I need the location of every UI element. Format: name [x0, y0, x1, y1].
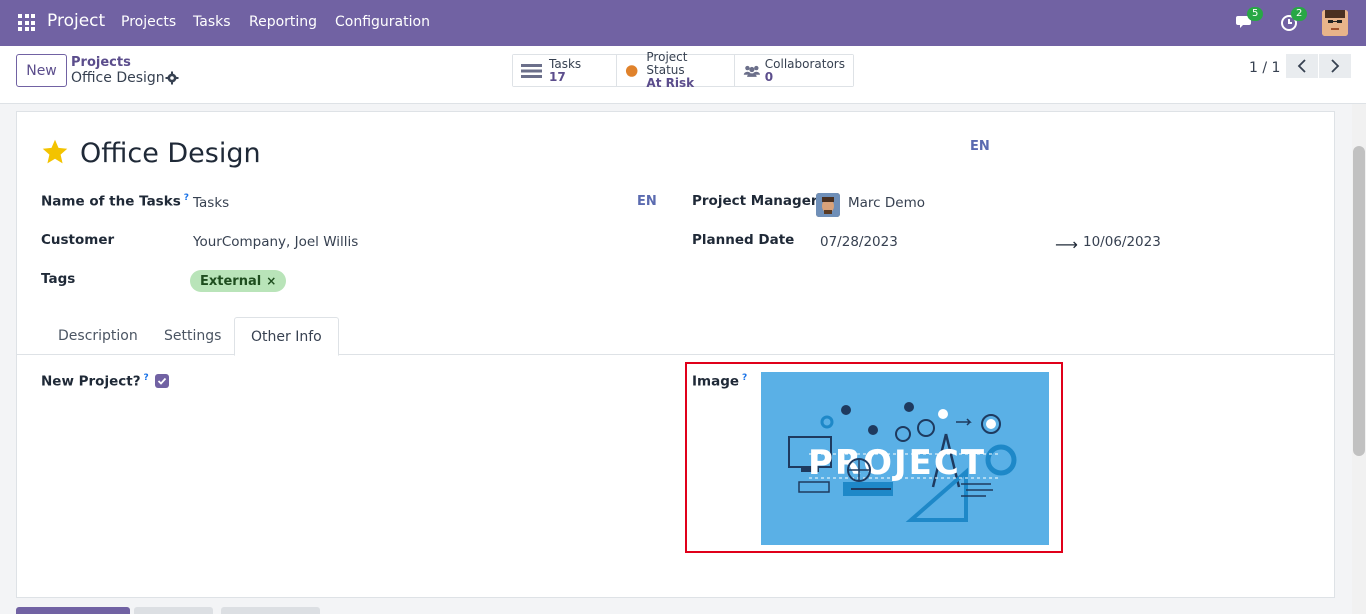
menu-reporting[interactable]: Reporting — [249, 14, 317, 30]
form-tabs: Description Settings Other Info — [17, 317, 1334, 356]
name-of-tasks-label: Name of the Tasks? — [41, 193, 189, 210]
control-panel: New Projects Office Design Tasks 17 Proj… — [0, 46, 1366, 104]
tags-label: Tags — [41, 271, 76, 287]
collaborators-label: Collaborators — [764, 56, 845, 71]
apps-grid-icon[interactable] — [18, 14, 35, 31]
help-icon[interactable]: ? — [144, 373, 149, 383]
new-project-label: New Project?? — [41, 373, 149, 390]
tag-label: External — [200, 273, 262, 289]
activities-badge: 2 — [1291, 7, 1308, 21]
chevron-right-icon — [1331, 59, 1340, 73]
project-manager-avatar — [816, 193, 840, 217]
tasks-lang-badge[interactable]: EN — [637, 194, 657, 209]
users-icon — [743, 65, 761, 77]
tab-other-info[interactable]: Other Info — [234, 317, 339, 356]
tag-remove-icon[interactable]: × — [266, 274, 276, 288]
tasks-count: 17 — [549, 69, 566, 84]
tag-external[interactable]: External × — [190, 270, 287, 292]
pager-value[interactable]: 1 / 1 — [1249, 60, 1280, 76]
collaborators-count: 0 — [764, 69, 774, 84]
manager-face-icon — [816, 193, 840, 217]
breadcrumb-projects[interactable]: Projects — [71, 55, 131, 70]
planned-date-label: Planned Date — [692, 232, 795, 248]
menu-configuration[interactable]: Configuration — [335, 14, 430, 30]
pager-previous-button[interactable] — [1286, 54, 1318, 78]
project-manager-label: Project Manager — [692, 193, 818, 209]
tab-settings[interactable]: Settings — [148, 317, 237, 355]
status-dot-icon — [625, 64, 638, 77]
menu-projects[interactable]: Projects — [121, 14, 176, 30]
form-sheet: Office Design EN Name of the Tasks? Task… — [16, 111, 1335, 598]
new-button[interactable]: New — [16, 54, 67, 87]
bottom-tertiary-tab[interactable] — [221, 607, 320, 614]
user-face-icon — [1322, 10, 1348, 36]
project-image[interactable]: PROJECT — [761, 372, 1049, 545]
check-icon — [157, 377, 167, 385]
top-navbar: Project Projects Tasks Reporting Configu… — [0, 0, 1366, 46]
project-status-value: At Risk — [646, 76, 695, 90]
help-icon[interactable]: ? — [184, 193, 189, 203]
collaborators-smart-button[interactable]: Collaborators 0 — [735, 55, 853, 86]
tasks-icon — [521, 63, 542, 78]
bottom-secondary-tab[interactable] — [134, 607, 213, 614]
app-brand[interactable]: Project — [47, 11, 105, 31]
bottom-primary-tab[interactable] — [16, 607, 130, 614]
project-manager-field[interactable]: Marc Demo — [848, 195, 925, 211]
project-status-label: Project Status — [646, 50, 688, 77]
chevron-left-icon — [1297, 59, 1306, 73]
planned-date-start-field[interactable]: 07/28/2023 — [820, 234, 898, 250]
customer-field[interactable]: YourCompany, Joel Willis — [193, 234, 358, 250]
tasks-smart-button[interactable]: Tasks 17 — [513, 55, 617, 86]
activities-button[interactable]: 2 — [1280, 7, 1308, 33]
customer-label: Customer — [41, 232, 115, 248]
messages-badge: 5 — [1247, 7, 1264, 21]
name-of-tasks-field[interactable]: Tasks — [193, 195, 229, 211]
svg-text:PROJECT: PROJECT — [808, 443, 986, 483]
breadcrumb-current: Office Design — [71, 70, 165, 86]
project-title[interactable]: Office Design — [80, 138, 261, 169]
project-status-smart-button[interactable]: Project Status At Risk — [617, 51, 735, 90]
gear-icon[interactable] — [165, 71, 179, 85]
pager-next-button[interactable] — [1319, 54, 1351, 78]
planned-date-end-field[interactable]: 10/06/2023 — [1083, 234, 1161, 250]
star-icon[interactable] — [41, 138, 69, 166]
user-avatar[interactable] — [1322, 10, 1348, 36]
project-illustration-icon: PROJECT — [761, 372, 1049, 545]
smart-buttons: Tasks 17 Project Status At Risk Collabor… — [512, 51, 854, 90]
scrollbar-thumb[interactable] — [1353, 146, 1365, 456]
menu-tasks[interactable]: Tasks — [193, 14, 231, 30]
messages-button[interactable]: 5 — [1236, 7, 1264, 33]
title-lang-badge[interactable]: EN — [970, 139, 990, 154]
arrow-right-icon: ⟶ — [1055, 235, 1078, 254]
tab-description[interactable]: Description — [42, 317, 154, 355]
new-project-checkbox[interactable] — [155, 374, 169, 388]
tasks-label: Tasks — [549, 56, 582, 71]
